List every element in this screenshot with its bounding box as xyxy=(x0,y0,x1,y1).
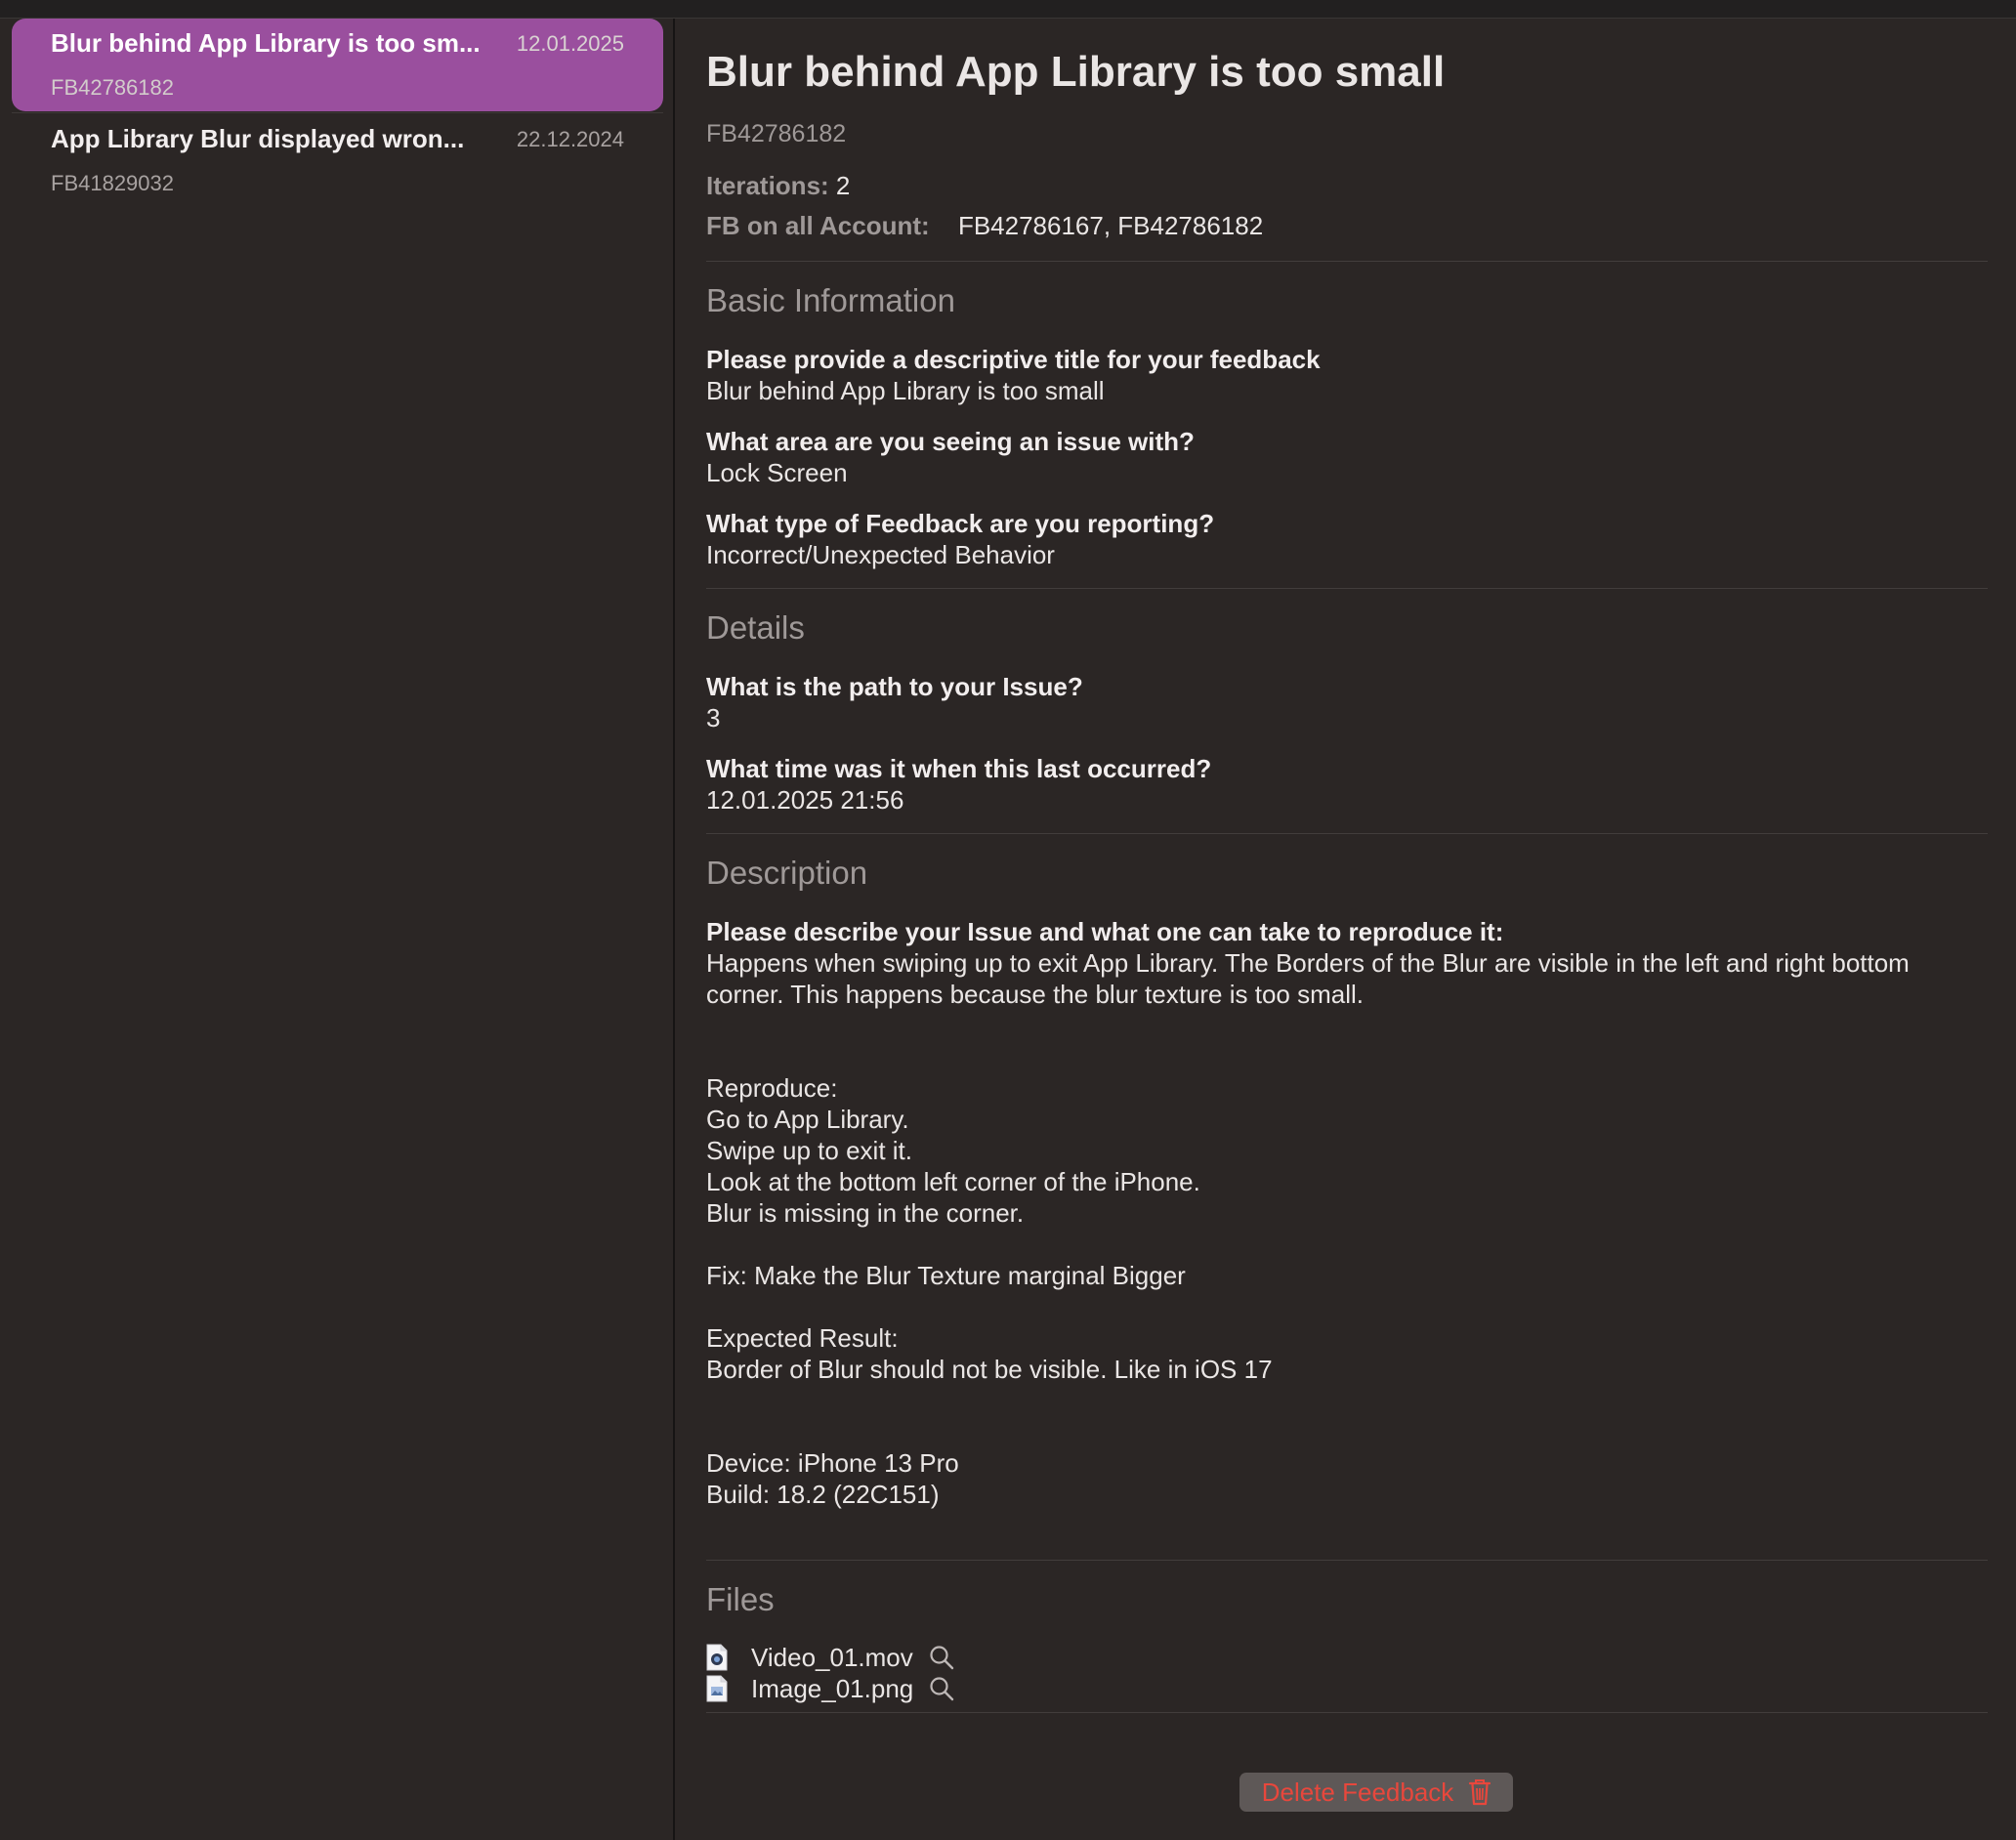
feedback-list-item[interactable]: App Library Blur displayed wron... 22.12… xyxy=(12,114,663,207)
field-path: What is the path to your Issue? 3 xyxy=(706,671,1988,733)
feedback-detail-pane[interactable]: Blur behind App Library is too small FB4… xyxy=(675,19,2016,1840)
iterations-label: Iterations: xyxy=(706,171,829,200)
feedback-item-id: FB42786182 xyxy=(51,75,174,100)
field-description: Please describe your Issue and what one … xyxy=(706,916,1988,1510)
search-icon[interactable] xyxy=(929,1645,954,1670)
iterations-value: 2 xyxy=(835,171,851,200)
divider xyxy=(706,261,1988,262)
divider xyxy=(706,833,1988,834)
divider xyxy=(706,588,1988,589)
image-file-icon xyxy=(706,1675,728,1702)
field-answer: 3 xyxy=(706,703,721,732)
section-title-files: Files xyxy=(706,1581,775,1617)
file-name[interactable]: Video_01.mov xyxy=(751,1643,913,1673)
field-answer: Happens when swiping up to exit App Libr… xyxy=(706,948,1910,1509)
section-title-basic-information: Basic Information xyxy=(706,282,955,318)
feedback-list-item[interactable]: Blur behind App Library is too sm... 12.… xyxy=(12,19,663,111)
field-answer: Blur behind App Library is too small xyxy=(706,376,1105,405)
field-answer: 12.01.2025 21:56 xyxy=(706,785,904,815)
trash-icon xyxy=(1469,1778,1491,1806)
delete-feedback-label: Delete Feedback xyxy=(1261,1777,1454,1807)
feedback-item-id: FB41829032 xyxy=(51,171,174,195)
field-question: Please describe your Issue and what one … xyxy=(706,917,1504,946)
feedback-sidebar: Blur behind App Library is too sm... 12.… xyxy=(0,19,675,1840)
field-question: What is the path to your Issue? xyxy=(706,672,1083,701)
iterations-row: Iterations: 2 xyxy=(706,171,850,201)
fb-account-row: FB on all Account: FB42786167, FB4278618… xyxy=(706,211,1263,241)
field-question: What time was it when this last occurred… xyxy=(706,754,1212,783)
page-title: Blur behind App Library is too small xyxy=(706,48,1446,96)
field-last-occurred: What time was it when this last occurred… xyxy=(706,753,1988,815)
video-file-icon xyxy=(706,1644,728,1671)
file-item[interactable]: Image_01.png xyxy=(706,1673,954,1704)
section-title-details: Details xyxy=(706,609,805,646)
fb-account-value[interactable]: FB42786167, FB42786182 xyxy=(958,211,1263,240)
field-question: Please provide a descriptive title for y… xyxy=(706,345,1321,374)
file-item[interactable]: Video_01.mov xyxy=(706,1642,954,1673)
field-area: What area are you seeing an issue with? … xyxy=(706,426,1988,488)
sidebar-divider xyxy=(12,112,663,113)
section-title-description: Description xyxy=(706,855,868,891)
field-question: What area are you seeing an issue with? xyxy=(706,427,1195,456)
window-top-bar xyxy=(0,0,2016,19)
feedback-item-title: Blur behind App Library is too sm... xyxy=(51,28,481,58)
delete-feedback-button[interactable]: Delete Feedback xyxy=(1239,1773,1513,1812)
feedback-item-date: 22.12.2024 xyxy=(516,127,624,151)
feedback-item-title: App Library Blur displayed wron... xyxy=(51,124,465,153)
search-icon[interactable] xyxy=(929,1676,954,1701)
field-answer: Lock Screen xyxy=(706,458,848,487)
divider xyxy=(706,1712,1988,1713)
fb-account-label: FB on all Account: xyxy=(706,211,930,240)
file-name[interactable]: Image_01.png xyxy=(751,1674,913,1704)
divider xyxy=(706,1560,1988,1561)
field-question: What type of Feedback are you reporting? xyxy=(706,509,1215,538)
field-answer: Incorrect/Unexpected Behavior xyxy=(706,540,1055,569)
feedback-id: FB42786182 xyxy=(706,120,847,147)
field-feedback-type: What type of Feedback are you reporting?… xyxy=(706,508,1988,570)
field-title: Please provide a descriptive title for y… xyxy=(706,344,1988,406)
feedback-item-date: 12.01.2025 xyxy=(516,31,624,56)
